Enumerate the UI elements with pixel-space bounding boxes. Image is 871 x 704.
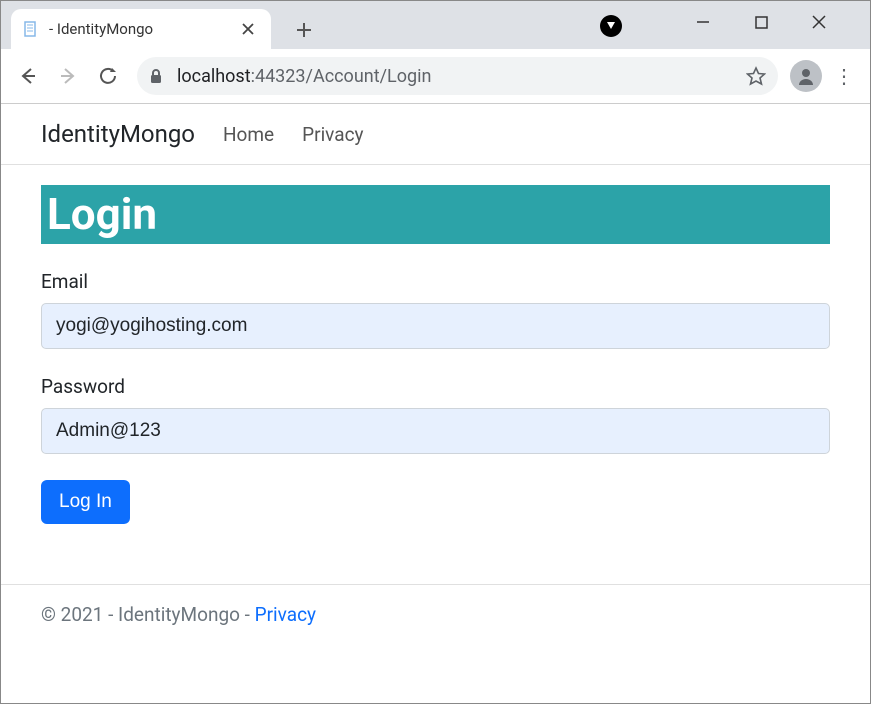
window-controls [688, 7, 864, 37]
new-tab-button[interactable] [289, 15, 319, 45]
lock-icon [149, 68, 165, 84]
address-row: localhost:44323/Account/Login ⋮ [1, 49, 870, 103]
nav-link-privacy[interactable]: Privacy [302, 123, 363, 146]
bookmark-star-icon[interactable] [746, 66, 766, 86]
footer-copyright: © 2021 - IdentityMongo - [41, 603, 255, 626]
page-content: IdentityMongo Home Privacy Login Email P… [1, 104, 870, 644]
browser-tab[interactable]: - IdentityMongo [11, 9, 271, 49]
email-input[interactable] [41, 303, 830, 349]
footer: © 2021 - IdentityMongo - Privacy [1, 584, 870, 644]
nav-back-button[interactable] [11, 59, 45, 93]
url-path: /Account/Login [306, 66, 432, 87]
nav-forward-button [51, 59, 85, 93]
tab-bar: - IdentityMongo [1, 1, 870, 49]
nav-reload-button[interactable] [91, 59, 125, 93]
address-bar[interactable]: localhost:44323/Account/Login [137, 57, 778, 95]
form-group-email: Email [41, 270, 830, 349]
tab-title: - IdentityMongo [49, 20, 229, 38]
password-label: Password [41, 375, 830, 398]
tab-close-icon[interactable] [239, 20, 257, 38]
url-host: localhost [177, 66, 251, 87]
url-port: :44323 [251, 66, 306, 87]
main-container: Login Email Password Log In [1, 165, 870, 554]
brand-title[interactable]: IdentityMongo [41, 120, 195, 148]
email-label: Email [41, 270, 830, 293]
window-minimize-icon[interactable] [688, 7, 718, 37]
media-control-icon[interactable] [600, 15, 622, 37]
browser-chrome: - IdentityMongo [1, 1, 870, 104]
page-heading: Login [41, 185, 830, 244]
footer-privacy-link[interactable]: Privacy [255, 603, 316, 626]
navbar: IdentityMongo Home Privacy [1, 104, 870, 165]
window-close-icon[interactable] [804, 7, 834, 37]
login-button[interactable]: Log In [41, 480, 130, 524]
tab-favicon-icon [23, 21, 39, 37]
profile-avatar-icon[interactable] [790, 60, 822, 92]
url-text: localhost:44323/Account/Login [177, 66, 734, 87]
nav-link-home[interactable]: Home [223, 123, 274, 146]
password-input[interactable] [41, 408, 830, 454]
kebab-menu-icon[interactable]: ⋮ [828, 64, 860, 88]
window-maximize-icon[interactable] [746, 7, 776, 37]
form-group-password: Password [41, 375, 830, 454]
